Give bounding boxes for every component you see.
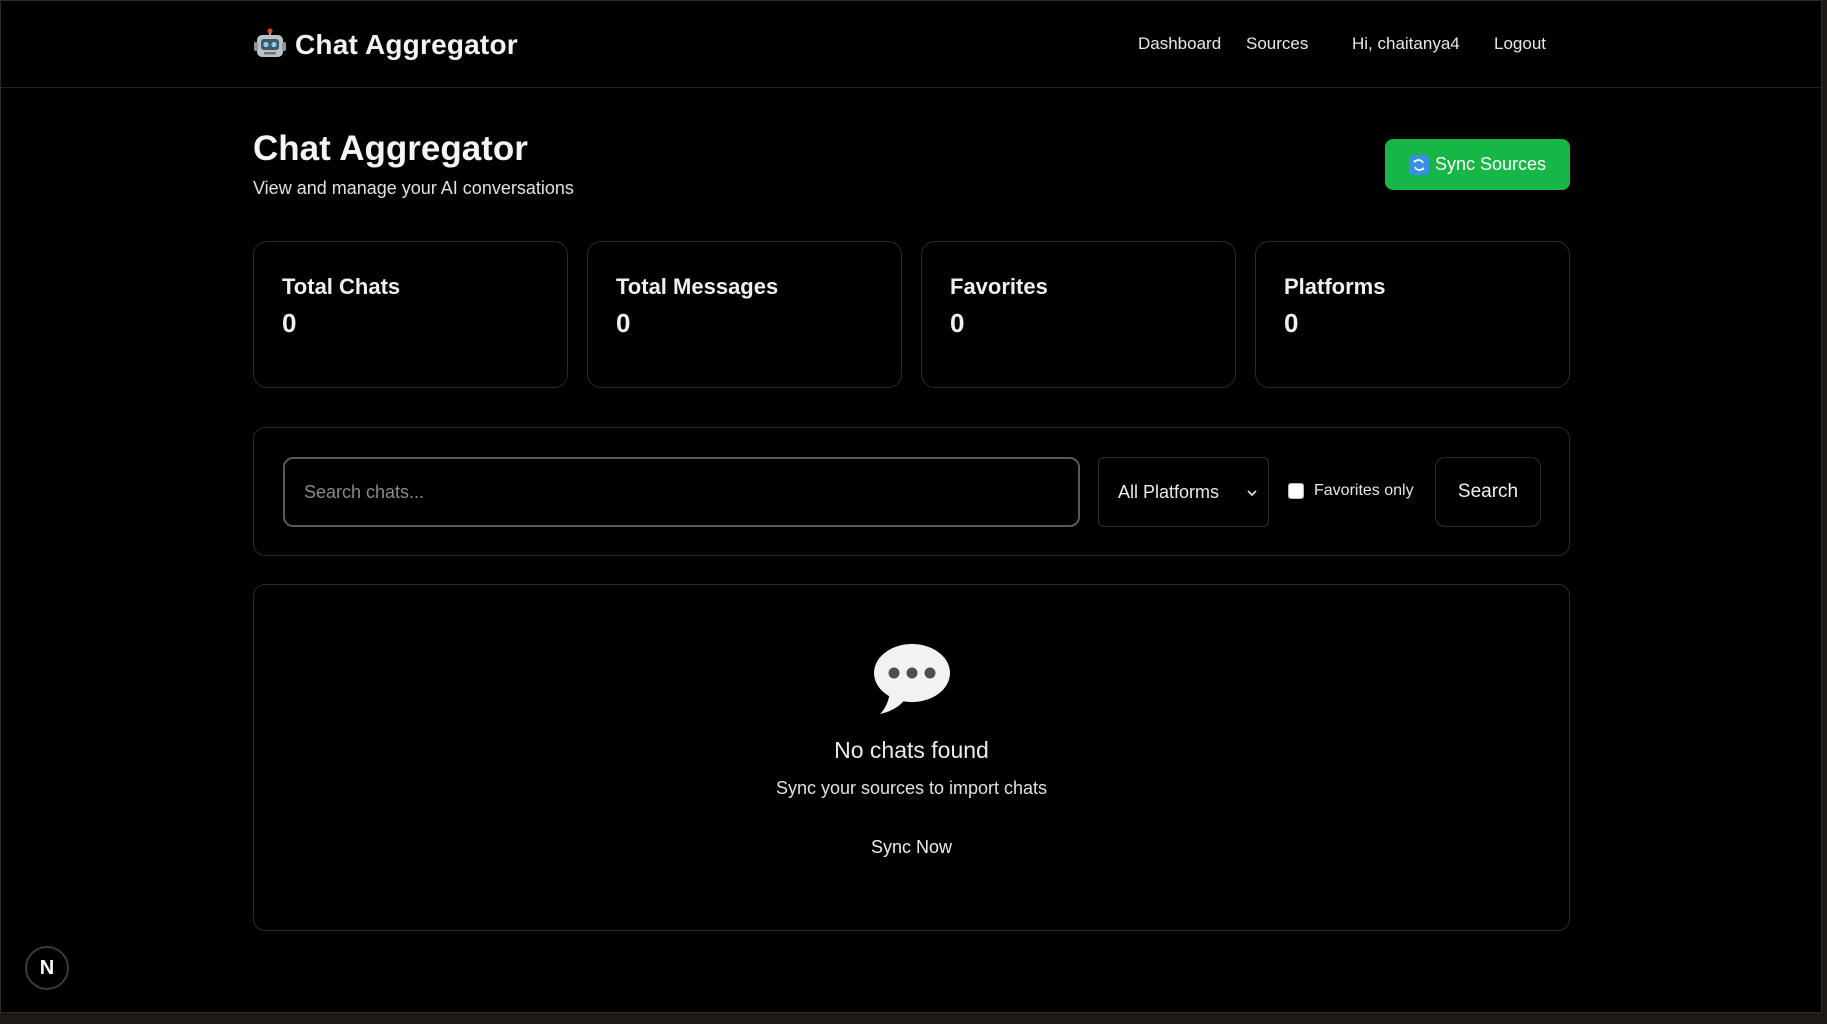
stat-label: Total Messages (616, 274, 779, 299)
empty-state-subtitle: Sync your sources to import chats (775, 778, 1048, 798)
brand[interactable]: Chat Aggregator (253, 23, 518, 67)
favorites-only-checkbox[interactable] (1288, 483, 1304, 499)
favorites-only-label: Favorites only (1314, 482, 1414, 499)
stat-value: 0 (282, 308, 297, 338)
empty-state-title: No chats found (834, 737, 989, 763)
stat-card-total-messages: Total Messages 0 (587, 241, 902, 388)
robot-icon (253, 28, 287, 62)
stat-card-total-chats: Total Chats 0 (253, 241, 568, 388)
stat-card-favorites: Favorites 0 (921, 241, 1236, 388)
stat-value: 0 (1284, 308, 1299, 338)
brand-title: Chat Aggregator (295, 29, 518, 60)
search-button[interactable]: Search (1435, 457, 1541, 527)
stat-card-platforms: Platforms 0 (1255, 241, 1570, 388)
chevron-down-icon (1246, 486, 1258, 504)
stat-label: Total Chats (282, 274, 401, 299)
sync-arrows-icon (1408, 154, 1429, 175)
sync-sources-label: Sync Sources (1434, 154, 1547, 174)
page-title: Chat Aggregator (253, 129, 528, 168)
stat-label: Favorites (950, 274, 1048, 299)
nav-sources-link[interactable]: Sources (1246, 34, 1308, 54)
search-input[interactable] (283, 457, 1080, 527)
stat-label: Platforms (1284, 274, 1386, 299)
empty-state-panel: No chats found Sync your sources to impo… (253, 584, 1570, 931)
logout-link[interactable]: Logout (1494, 34, 1546, 54)
platform-select-value: All Platforms (1118, 481, 1220, 502)
speech-bubble-icon (872, 642, 952, 721)
dev-badge-letter: N (39, 956, 55, 979)
navbar: Chat Aggregator Dashboard Sources Hi, ch… (1, 1, 1821, 88)
sync-sources-button[interactable]: Sync Sources (1385, 139, 1570, 190)
user-greeting: Hi, chaitanya4 (1352, 34, 1460, 53)
favorites-only-toggle[interactable]: Favorites only (1288, 482, 1414, 500)
dev-tools-badge[interactable]: N (25, 946, 69, 990)
stat-value: 0 (616, 308, 631, 338)
stat-value: 0 (950, 308, 965, 338)
app-window: Chat Aggregator Dashboard Sources Hi, ch… (0, 0, 1822, 1013)
sync-now-link[interactable]: Sync Now (254, 837, 1569, 858)
filter-panel: All Platforms Favorites only Search (253, 427, 1570, 556)
platform-select[interactable]: All Platforms (1098, 457, 1269, 527)
page-subtitle: View and manage your AI conversations (253, 178, 574, 198)
nav-dashboard-link[interactable]: Dashboard (1138, 34, 1221, 54)
